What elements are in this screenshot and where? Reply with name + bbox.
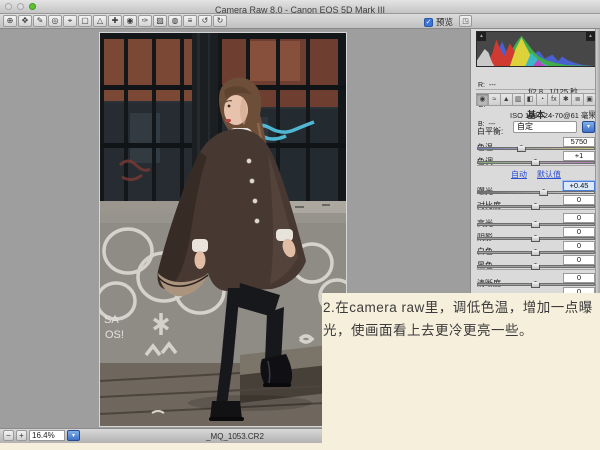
- tint-slider-row: 色调+1: [477, 151, 595, 165]
- white-balance-row: 白平衡: 自定 ▾: [477, 121, 595, 137]
- exposure-slider-row: 曝光+0.45: [477, 181, 595, 195]
- tab-presets[interactable]: ≣: [572, 93, 584, 106]
- adjustment-brush-tool[interactable]: ✑: [138, 15, 152, 27]
- white-balance-tool[interactable]: ✎: [33, 15, 47, 27]
- whites-slider-row: 白色0: [477, 241, 595, 255]
- svg-text:SA: SA: [104, 314, 119, 326]
- preview-toggle[interactable]: ✓ 预览: [424, 16, 453, 28]
- graduated-filter-tool[interactable]: ▨: [153, 15, 167, 27]
- shadow-clipping-indicator[interactable]: ▲: [477, 32, 486, 41]
- spot-removal-tool[interactable]: ✚: [108, 15, 122, 27]
- zoom-tool[interactable]: ⊕: [3, 15, 17, 27]
- tab-split-toning[interactable]: ◧: [525, 93, 537, 106]
- caption-line-1: 2.在camera raw里，调低色温，增加一点曝: [323, 296, 600, 319]
- white-balance-label: 白平衡:: [477, 127, 503, 136]
- red-eye-tool[interactable]: ◉: [123, 15, 137, 27]
- preview-label: 预览: [436, 16, 453, 28]
- tab-detail[interactable]: ▲: [501, 93, 513, 106]
- highlights-value-field[interactable]: 0: [563, 213, 595, 223]
- fullscreen-toggle-button[interactable]: ◳: [459, 15, 472, 27]
- clarity-slider-row: 清晰度0: [477, 273, 595, 287]
- zoom-window-button[interactable]: [29, 3, 36, 10]
- exif-readout: R: --- G: --- B: --- f/2.8 1/125 秒 ISO 1…: [476, 69, 596, 90]
- histogram-graph: [477, 32, 595, 66]
- svg-text:OS!: OS!: [105, 329, 124, 341]
- shadows-slider-row: 阴影0: [477, 227, 595, 241]
- basic-controls: 白平衡: 自定 ▾ 色温5750色调+1 自动 默认值曝光+0.45对比度0 高光0阴…: [477, 121, 595, 301]
- exposure-value-field[interactable]: +0.45: [563, 181, 595, 191]
- tab-hsl-grayscale[interactable]: ▥: [513, 93, 525, 106]
- tutorial-caption: 2.在camera raw里，调低色温，增加一点曝 光，使画面看上去更冷更亮一些…: [322, 293, 600, 450]
- preview-checkbox[interactable]: ✓: [424, 18, 433, 27]
- blacks-value-field[interactable]: 0: [563, 255, 595, 265]
- rotate-left-tool[interactable]: ↺: [198, 15, 212, 27]
- rgb-r: R: ---: [478, 83, 496, 90]
- minimize-window-button[interactable]: [17, 3, 24, 10]
- photo-illustration: SA OS!: [100, 33, 346, 426]
- toolbar: ⊕✥✎◎⌖▢△✚◉✑▨◍≡↺↻ ✓ 预览 ◳: [0, 14, 600, 29]
- toolbar-tools: ⊕✥✎◎⌖▢△✚◉✑▨◍≡↺↻: [3, 15, 227, 27]
- panel-menu-icon[interactable]: ▤: [588, 109, 595, 117]
- titlebar: Camera Raw 8.0 - Canon EOS 5D Mark III: [0, 0, 600, 14]
- rotate-right-tool[interactable]: ↻: [213, 15, 227, 27]
- crop-tool[interactable]: ▢: [78, 15, 92, 27]
- shadows-value-field[interactable]: 0: [563, 227, 595, 237]
- highlights-slider-row: 高光0: [477, 213, 595, 227]
- auto-default-links: 自动 默认值: [477, 169, 595, 181]
- traffic-lights: [5, 3, 36, 10]
- color-sampler-tool[interactable]: ◎: [48, 15, 62, 27]
- photo-preview: SA OS!: [100, 33, 346, 426]
- panel-tabs: ◉≈▲▥◧◔fx✱≣▣: [476, 93, 596, 106]
- temperature-slider-row: 色温5750: [477, 137, 595, 151]
- histogram: ▲ ▲: [476, 31, 596, 67]
- tab-basic[interactable]: ◉: [476, 93, 489, 106]
- tab-camera-calibration[interactable]: ✱: [560, 93, 572, 106]
- tab-tone-curve[interactable]: ≈: [489, 93, 501, 106]
- default-link[interactable]: 默认值: [537, 170, 561, 179]
- tab-lens-corrections[interactable]: ◔: [537, 93, 549, 106]
- close-window-button[interactable]: [5, 3, 12, 10]
- contrast-slider-row: 对比度0: [477, 195, 595, 209]
- exposure-slider-track[interactable]: [477, 191, 595, 194]
- panel-title-bar: 基本 ▤: [476, 108, 596, 119]
- straighten-tool[interactable]: △: [93, 15, 107, 27]
- preferences-tool[interactable]: ≡: [183, 15, 197, 27]
- slider-stack: 色温5750色调+1 自动 默认值曝光+0.45对比度0 高光0阴影0白色0黑色0 清晰…: [477, 137, 595, 301]
- contrast-value-field[interactable]: 0: [563, 195, 595, 205]
- blacks-slider-row: 黑色0: [477, 255, 595, 269]
- panel-title: 基本: [527, 110, 545, 120]
- caption-line-2: 光，使画面看上去更冷更亮一些。: [323, 319, 600, 342]
- highlight-clipping-indicator[interactable]: ▲: [586, 32, 595, 41]
- tint-value-field[interactable]: +1: [563, 151, 595, 161]
- temperature-value-field[interactable]: 5750: [563, 137, 595, 147]
- white-balance-select[interactable]: 自定: [513, 121, 577, 133]
- radial-filter-tool[interactable]: ◍: [168, 15, 182, 27]
- clarity-value-field[interactable]: 0: [563, 273, 595, 283]
- hand-tool[interactable]: ✥: [18, 15, 32, 27]
- page-background-strip: [0, 443, 600, 450]
- temperature-slider-track[interactable]: [477, 147, 595, 150]
- white-balance-dropdown-button[interactable]: ▾: [582, 121, 595, 133]
- whites-value-field[interactable]: 0: [563, 241, 595, 251]
- tab-effects[interactable]: fx: [548, 93, 560, 106]
- targeted-adjustment-tool[interactable]: ⌖: [63, 15, 77, 27]
- auto-link[interactable]: 自动: [511, 170, 527, 179]
